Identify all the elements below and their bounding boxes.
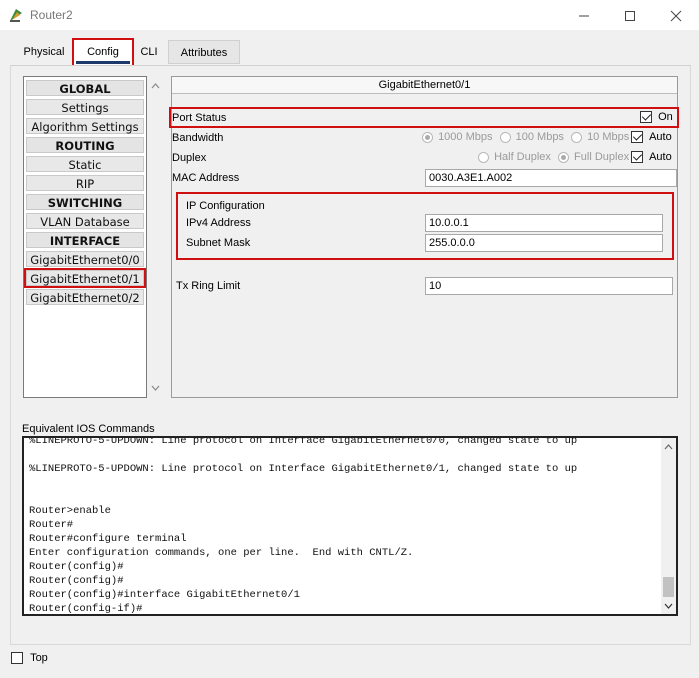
- port-status-label: Port Status: [172, 112, 227, 124]
- sidebar-item-gigabitethernet0-2[interactable]: GigabitEthernet0/2: [26, 289, 144, 305]
- minimize-icon: [579, 15, 589, 17]
- bandwidth-label: Bandwidth: [172, 132, 224, 144]
- half-duplex-radio[interactable]: [478, 151, 489, 163]
- sidebar-item-vlan-database[interactable]: VLAN Database: [26, 213, 144, 229]
- chevron-up-icon[interactable]: [148, 79, 163, 93]
- tx-ring-limit-label: Tx Ring Limit: [176, 280, 241, 292]
- console-line: Router(config)#: [29, 575, 124, 587]
- console-line: %LINEPROTO-5-UPDOWN: Line protocol on In…: [29, 436, 578, 447]
- tab-config[interactable]: Config: [72, 38, 134, 68]
- sidebar: GLOBAL Settings Algorithm Settings ROUTI…: [23, 76, 147, 398]
- close-icon: [670, 10, 682, 22]
- sidebar-header-switching: SWITCHING: [26, 194, 144, 210]
- duplex-auto[interactable]: Auto: [631, 151, 672, 164]
- sidebar-item-static[interactable]: Static: [26, 156, 144, 172]
- port-status-toggle[interactable]: On: [640, 111, 673, 124]
- console-line: %LINEPROTO-5-UPDOWN: Line protocol on In…: [29, 463, 578, 475]
- console-line: Router#configure terminal: [29, 533, 187, 545]
- bandwidth-options: 1000 Mbps 100 Mbps 10 Mbps: [422, 131, 629, 143]
- sidebar-header-routing: ROUTING: [26, 137, 144, 153]
- tab-physical[interactable]: Physical: [18, 40, 70, 64]
- chevron-up-icon[interactable]: [661, 440, 676, 454]
- duplex-auto-label: Auto: [649, 151, 672, 163]
- chevron-down-icon[interactable]: [661, 599, 676, 613]
- panel-title: GigabitEthernet0/1: [172, 77, 677, 94]
- ios-commands-console[interactable]: %LINEPROTO-5-UPDOWN: Line protocol on In…: [22, 436, 678, 616]
- console-line: Router>enable: [29, 505, 111, 517]
- console-line: Router(config)#: [29, 561, 124, 573]
- bandwidth-10-radio[interactable]: [571, 131, 582, 143]
- top-checkbox[interactable]: [11, 652, 23, 665]
- console-label: Equivalent IOS Commands: [22, 423, 155, 435]
- sidebar-item-gigabitethernet0-1[interactable]: GigabitEthernet0/1: [24, 268, 146, 288]
- tab-cli[interactable]: CLI: [136, 40, 162, 64]
- packet-tracer-icon: [10, 9, 22, 22]
- window-title: Router2: [30, 8, 73, 22]
- console-scroll-thumb[interactable]: [663, 577, 674, 597]
- bandwidth-1000-label: 1000 Mbps: [438, 131, 493, 143]
- tab-attributes[interactable]: Attributes: [168, 40, 240, 64]
- tx-ring-limit-input[interactable]: 10: [425, 277, 673, 295]
- console-line: Enter configuration commands, one per li…: [29, 547, 414, 559]
- console-line: Router(config-if)#: [29, 603, 143, 615]
- bandwidth-auto-label: Auto: [649, 131, 672, 143]
- duplex-auto-checkbox[interactable]: [631, 151, 643, 164]
- sidebar-item-algorithm-settings[interactable]: Algorithm Settings: [26, 118, 144, 134]
- close-button[interactable]: [653, 0, 699, 30]
- maximize-button[interactable]: [607, 0, 653, 30]
- subnet-mask-label: Subnet Mask: [186, 237, 251, 249]
- half-duplex-label: Half Duplex: [494, 151, 551, 163]
- bandwidth-10-label: 10 Mbps: [587, 131, 630, 143]
- sidebar-scrollbar[interactable]: [148, 76, 163, 398]
- console-scrollbar[interactable]: [661, 438, 676, 614]
- subnet-mask-input[interactable]: 255.0.0.0: [425, 234, 663, 252]
- bandwidth-auto-checkbox[interactable]: [631, 131, 643, 144]
- sidebar-header-interface: INTERFACE: [26, 232, 144, 248]
- tab-underline: [76, 61, 130, 64]
- sidebar-item-rip[interactable]: RIP: [26, 175, 144, 191]
- chevron-down-icon[interactable]: [148, 381, 163, 395]
- bandwidth-100-radio[interactable]: [499, 131, 511, 143]
- maximize-icon: [625, 11, 635, 22]
- sidebar-header-global: GLOBAL: [26, 80, 144, 96]
- port-status-on-label: On: [658, 111, 673, 123]
- console-line: Router(config)#interface GigabitEthernet…: [29, 589, 300, 601]
- top-toggle[interactable]: Top: [11, 652, 48, 665]
- mac-address-input[interactable]: 0030.A3E1.A002: [425, 169, 677, 187]
- minimize-button[interactable]: [561, 0, 607, 30]
- bandwidth-auto[interactable]: Auto: [631, 131, 672, 144]
- mac-address-label: MAC Address: [172, 172, 240, 184]
- duplex-options: Half Duplex Full Duplex: [478, 151, 629, 163]
- interface-panel: GigabitEthernet0/1 Port Status On Bandwi…: [171, 76, 678, 398]
- ip-config-heading: IP Configuration: [186, 200, 265, 212]
- full-duplex-label: Full Duplex: [574, 151, 630, 163]
- duplex-label: Duplex: [172, 152, 207, 164]
- ipv4-address-input[interactable]: 10.0.0.1: [425, 214, 663, 232]
- sidebar-item-settings[interactable]: Settings: [26, 99, 144, 115]
- console-line: Router#: [29, 519, 74, 531]
- ipv4-address-label: IPv4 Address: [186, 217, 251, 229]
- full-duplex-radio[interactable]: [557, 151, 569, 163]
- sidebar-item-gigabitethernet0-0[interactable]: GigabitEthernet0/0: [26, 251, 144, 267]
- title-bar: Router2: [0, 0, 699, 30]
- bandwidth-100-label: 100 Mbps: [515, 131, 564, 143]
- port-status-checkbox[interactable]: [640, 111, 652, 124]
- top-label: Top: [30, 652, 48, 664]
- bandwidth-1000-radio[interactable]: [422, 131, 433, 143]
